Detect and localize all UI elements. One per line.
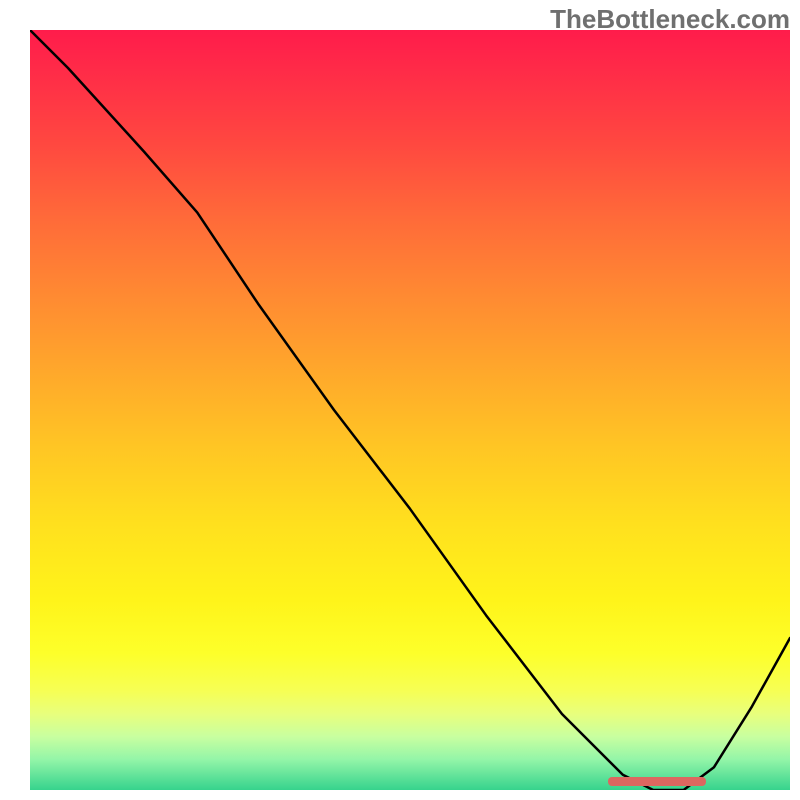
minimum-marker (608, 777, 707, 786)
watermark-text: TheBottleneck.com (550, 4, 790, 35)
curve-svg (30, 30, 790, 790)
chart-container: TheBottleneck.com (0, 0, 800, 800)
curve-path (30, 30, 790, 790)
plot-area (30, 30, 790, 790)
